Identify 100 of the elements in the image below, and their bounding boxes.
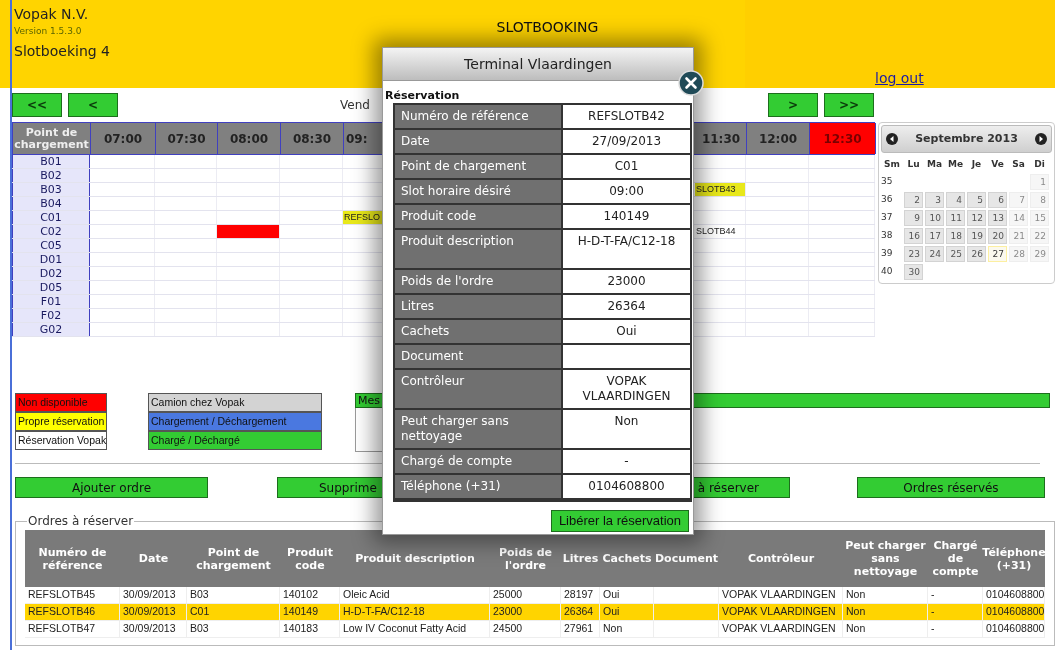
calendar-day: 28: [1009, 246, 1028, 262]
field-label: Produit code: [395, 205, 563, 228]
calendar-day[interactable]: 12: [967, 210, 986, 226]
field-label: Numéro de référence: [395, 105, 563, 128]
calendar-day[interactable]: 25: [946, 246, 965, 262]
calendar-day[interactable]: 26: [967, 246, 986, 262]
calendar-day: 15: [1030, 210, 1049, 226]
weekday-label: Lu: [906, 158, 921, 172]
table-cell: 140149: [280, 604, 340, 620]
row-header: B04: [12, 197, 90, 210]
nav-button[interactable]: <: [68, 93, 118, 117]
logout-link[interactable]: log out: [875, 70, 924, 86]
table-cell: VOPAK VLAARDINGEN: [719, 604, 843, 620]
nav-button[interactable]: <<: [12, 93, 62, 117]
calendar-day[interactable]: 23: [904, 246, 923, 262]
panel-title: Ordres à réserver: [27, 513, 135, 530]
calendar-day[interactable]: 16: [904, 228, 923, 244]
table-cell: Non: [843, 587, 928, 603]
weekday-label: Di: [1033, 158, 1046, 172]
calendar-day[interactable]: 19: [967, 228, 986, 244]
action-button[interactable]: Ordres réservés: [857, 477, 1045, 498]
legend-item: Propre réservation: [15, 412, 107, 431]
calendar-day[interactable]: 2: [904, 192, 923, 208]
table-cell: C01: [187, 604, 280, 620]
weekday-label: Je: [970, 158, 983, 172]
table-cell: -: [928, 621, 983, 637]
table-cell: Oleic Acid: [340, 587, 490, 603]
calendar-day[interactable]: 24: [925, 246, 944, 262]
table-cell: 0104608800: [983, 587, 1045, 603]
booking-label: REFSLO: [343, 211, 382, 224]
table-cell: 0104608800: [983, 621, 1045, 637]
field-label: Contrôleur: [395, 370, 563, 408]
week-number: 38: [881, 229, 894, 243]
week-number: 36: [881, 193, 894, 207]
next-icon[interactable]: [1035, 133, 1047, 145]
row-header: C02: [12, 225, 90, 238]
row-header: F01: [12, 295, 90, 308]
calendar-day[interactable]: 27: [988, 246, 1007, 262]
calendar-day[interactable]: 17: [925, 228, 944, 244]
field-label: Cachets: [395, 320, 563, 343]
section-title: Réservation: [385, 89, 460, 102]
table-cell: Non: [843, 621, 928, 637]
table-cell: B03: [187, 621, 280, 637]
table-cell: 30/09/2013: [120, 604, 187, 620]
field-label: Point de chargement: [395, 155, 563, 178]
calendar-day[interactable]: 6: [988, 192, 1007, 208]
week-number: 40: [881, 265, 894, 279]
calendar-day[interactable]: 18: [946, 228, 965, 244]
column-header: Numéro de référence: [37, 544, 108, 574]
table-cell: 30/09/2013: [120, 621, 187, 637]
calendar-day: 14: [1009, 210, 1028, 226]
calendar-day[interactable]: 3: [925, 192, 944, 208]
calendar-day[interactable]: 5: [967, 192, 986, 208]
calendar-day: 29: [1030, 246, 1049, 262]
table-cell: Non: [843, 604, 928, 620]
previous-icon[interactable]: [886, 133, 898, 145]
action-button[interactable]: Ajouter ordre: [15, 477, 208, 498]
table-cell: 24500: [490, 621, 561, 637]
row-header: C01: [12, 211, 90, 224]
company-name: Vopak N.V.: [14, 5, 89, 23]
close-icon[interactable]: [678, 70, 704, 96]
table-cell: Oui: [600, 604, 654, 620]
table-cell: 27961: [561, 621, 600, 637]
table-cell: VOPAK VLAARDINGEN: [719, 621, 843, 637]
nav-button[interactable]: >: [768, 93, 818, 117]
table-cell: 23000: [490, 604, 561, 620]
calendar-day[interactable]: 9: [904, 210, 923, 226]
column-header: Produit description: [354, 551, 476, 567]
weekday-label: Sa: [1011, 158, 1026, 172]
calendar-day[interactable]: 10: [925, 210, 944, 226]
legend-item: Camion chez Vopak: [148, 393, 322, 412]
calendar-day[interactable]: 13: [988, 210, 1007, 226]
legend-item: Chargé / Déchargé: [148, 431, 322, 450]
weekday-label: Me: [946, 158, 965, 172]
release-button[interactable]: Libérer la réservation: [550, 510, 689, 532]
column-header: Document: [654, 551, 719, 567]
row-header: B01: [12, 155, 90, 168]
nav-button[interactable]: >>: [824, 93, 874, 117]
table-cell: 0104608800: [983, 604, 1045, 620]
table-row[interactable]: REFSLOTB46 30/09/2013 C01 140149 H-D-T-FA/C12-18 23000 26364 Oui VOPAK VLAARDINGEN Non - 0104608800: [25, 604, 1045, 621]
table-cell: B03: [187, 587, 280, 603]
legend-item: Chargement / Déchargement: [148, 412, 322, 431]
field-label: Peut charger sans nettoyage: [395, 410, 563, 448]
dialog-title: Terminal Vlaardingen: [464, 54, 612, 74]
weekday-label: Ve: [990, 158, 1005, 172]
table-row[interactable]: REFSLOTB47 30/09/2013 B03 140183 Low IV Coconut Fatty Acid 24500 27961 Non VOPAK VLAARDINGEN Non - 0104608800: [25, 621, 1045, 638]
table-cell: H-D-T-FA/C12-18: [340, 604, 490, 620]
field-label: Poids de l'ordre: [395, 270, 563, 293]
table-cell: -: [928, 604, 983, 620]
table-row[interactable]: REFSLOTB45 30/09/2013 B03 140102 Oleic Acid 25000 28197 Oui VOPAK VLAARDINGEN Non - 0104608800: [25, 587, 1045, 604]
column-header: Contrôleur: [746, 551, 816, 567]
calendar-day: 8: [1030, 192, 1049, 208]
calendar-day[interactable]: 30: [904, 264, 923, 280]
booking-label: SLOTB43: [695, 183, 745, 196]
table-cell: 140102: [280, 587, 340, 603]
calendar-day[interactable]: 20: [988, 228, 1007, 244]
table-cell: 25000: [490, 587, 561, 603]
column-header: 12:30: [810, 123, 876, 154]
calendar-day[interactable]: 4: [946, 192, 965, 208]
calendar-day[interactable]: 11: [946, 210, 965, 226]
